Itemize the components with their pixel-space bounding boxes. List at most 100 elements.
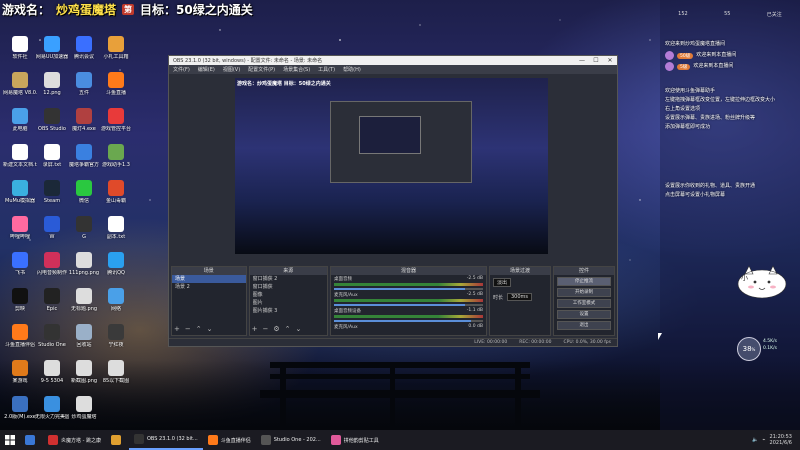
desktop-icon[interactable]: Steam	[35, 180, 69, 204]
desktop-icon-label: 炒鸡蛋魔塔	[71, 414, 97, 420]
desktop-icon[interactable]: 游戏管控平台	[99, 108, 133, 132]
remove-icon[interactable]: −	[185, 325, 191, 333]
volume-slider[interactable]	[334, 320, 483, 322]
source-item[interactable]: 图片捕获 3	[250, 307, 327, 315]
menu-tools[interactable]: 工具(T)	[318, 66, 335, 73]
stop-streaming-button[interactable]: 停止推流	[556, 277, 611, 286]
add-icon[interactable]: +	[174, 325, 180, 333]
source-item[interactable]: 图片	[250, 299, 327, 307]
desktop-icon[interactable]: 腾讯会议	[67, 36, 101, 60]
exit-button[interactable]: 退出	[556, 321, 611, 330]
taskbar-app[interactable]: 拼他韵剪贴工具	[326, 430, 384, 450]
desktop-icon[interactable]: 此电脑	[3, 108, 37, 132]
desktop-icon[interactable]: 五件	[67, 72, 101, 96]
transition-select[interactable]: 淡出	[492, 278, 511, 287]
desktop-icon[interactable]: 微信	[67, 180, 101, 204]
taskbar-app[interactable]	[20, 430, 43, 450]
close-icon[interactable]: ✕	[603, 57, 617, 64]
menu-edit[interactable]: 编辑(E)	[198, 66, 215, 73]
desktop-icon[interactable]: W	[35, 216, 69, 240]
desktop-icon[interactable]: Epic	[35, 288, 69, 312]
up-icon[interactable]: ⌃	[285, 325, 291, 333]
menu-scene-collection[interactable]: 场景集合(S)	[283, 66, 310, 73]
duration-input[interactable]: 300ms	[506, 293, 532, 301]
network-speed-widget[interactable]: 38%	[737, 337, 761, 361]
obs-titlebar[interactable]: OBS 23.1.0 (32 bit, windows) - 配置文件: 未命名…	[169, 56, 617, 65]
desktop-icon[interactable]: 宁红夜	[99, 324, 133, 348]
desktop-icon[interactable]: OBS Studio	[35, 108, 69, 132]
taskbar-app[interactable]: Studio One - 202...	[256, 430, 326, 450]
clock[interactable]: 21:20:53 2021/6/6	[770, 434, 792, 446]
up-icon[interactable]: ⌃	[196, 325, 202, 333]
desktop-icon[interactable]: 12.png	[35, 72, 69, 96]
desktop-icon[interactable]: 2.0版(M).exe	[3, 396, 37, 420]
obs-window[interactable]: OBS 23.1.0 (32 bit, windows) - 配置文件: 未命名…	[168, 55, 618, 347]
desktop-icon[interactable]: 炒鸡蛋魔塔	[67, 396, 101, 420]
scene-item[interactable]: 场景	[172, 275, 246, 283]
volume-slider[interactable]	[334, 304, 483, 306]
desktop-icon[interactable]: 新建文本文档.txt	[3, 144, 37, 168]
network-icon[interactable]: ⌁	[763, 437, 766, 443]
remove-icon[interactable]: −	[262, 325, 268, 333]
desktop-icon[interactable]: 软件社	[3, 36, 37, 60]
settings-button[interactable]: 设置	[556, 310, 611, 319]
down-icon[interactable]: ⌄	[207, 325, 213, 333]
source-item[interactable]: 窗口捕获 2	[250, 275, 327, 283]
app-icon	[12, 72, 28, 88]
desktop-icon[interactable]: 小札工具箱	[99, 36, 133, 60]
start-button[interactable]	[0, 430, 20, 450]
desktop-icon[interactable]: 新截图.png	[67, 360, 101, 384]
app-icon	[108, 360, 124, 376]
desktop-icon[interactable]: 网易UU加速器	[35, 36, 69, 60]
desktop-icon[interactable]: 录屏.txt	[35, 144, 69, 168]
obs-preview[interactable]: 游戏名：炒鸡蛋魔塔 目标：50绿之内通关	[235, 78, 548, 254]
desktop-icon[interactable]: MuMu模拟器	[3, 180, 37, 204]
desktop-icon[interactable]: 游戏助手1.3	[99, 144, 133, 168]
menu-file[interactable]: 文件(F)	[173, 66, 190, 73]
down-icon[interactable]: ⌄	[295, 325, 301, 333]
menu-help[interactable]: 帮助(H)	[343, 66, 361, 73]
scene-item[interactable]: 场景 2	[172, 283, 246, 291]
taskbar-app[interactable]: 炎魔方塔 - 跳之康	[43, 430, 106, 450]
desktop-icon[interactable]: 腾讯QQ	[99, 252, 133, 276]
desktop-icon[interactable]: 飞书	[3, 252, 37, 276]
taskbar-app[interactable]: OBS 23.1.0 (32 bit...	[128, 430, 203, 450]
menu-profile[interactable]: 配置文件(P)	[248, 66, 275, 73]
desktop-icon[interactable]: 哔哩哔哩	[3, 216, 37, 240]
source-item[interactable]: 窗口捕获	[250, 283, 327, 291]
desktop-icon[interactable]: 网易魔塔 V8.0.zip	[3, 72, 37, 96]
desktop-icon[interactable]: 无限火力完美圆形	[35, 396, 69, 420]
start-recording-button[interactable]: 开始录制	[556, 288, 611, 297]
taskbar-app[interactable]	[106, 430, 129, 450]
desktop-icon[interactable]: 斗鱼直播	[99, 72, 133, 96]
gift-text: 欢迎来到本直播间	[696, 52, 737, 58]
desktop-icon[interactable]: Studio One	[35, 324, 69, 348]
desktop-icon[interactable]: 副本.txt	[99, 216, 133, 240]
volume-slider[interactable]	[334, 288, 483, 290]
desktop-icon[interactable]: 剪映	[3, 288, 37, 312]
follow-status[interactable]: 已关注	[767, 11, 782, 18]
desktop-icon[interactable]: 网络	[99, 288, 133, 312]
maximize-icon[interactable]: ☐	[589, 57, 603, 64]
desktop-icon[interactable]: 金山毒霸	[99, 180, 133, 204]
desktop-icon[interactable]: 回收站	[67, 324, 101, 348]
taskbar-app[interactable]: 斗鱼直播伴侣	[203, 430, 256, 450]
add-icon[interactable]: +	[252, 325, 258, 333]
desktop-icon[interactable]: G	[67, 216, 101, 240]
desktop-icon[interactable]: 111png.png	[67, 252, 101, 276]
desktop-icon[interactable]: 9-5 5304	[35, 360, 69, 384]
source-item[interactable]: 图像	[250, 291, 327, 299]
desktop-icon[interactable]: 闪电音频制作	[35, 252, 69, 276]
desktop-icon[interactable]: 无标题.png	[67, 288, 101, 312]
speaker-icon[interactable]: 🔈	[752, 437, 758, 443]
minimize-icon[interactable]: —	[575, 57, 589, 64]
desktop-icon[interactable]: 85以下截图	[99, 360, 133, 384]
menu-view[interactable]: 视图(V)	[223, 66, 240, 73]
desktop-icon[interactable]: 斗鱼直播伴侣	[3, 324, 37, 348]
desktop-icon[interactable]: 魔灯4.exe	[67, 108, 101, 132]
desktop-icon[interactable]: 某游戏	[3, 360, 37, 384]
gear-icon[interactable]: ⚙	[273, 325, 279, 333]
controls-panel: 控件 停止推流 开始录制 工作室模式 设置 退出	[552, 266, 615, 336]
studio-mode-button[interactable]: 工作室模式	[556, 299, 611, 308]
desktop-icon[interactable]: 魔塔争霸官方	[67, 144, 101, 168]
